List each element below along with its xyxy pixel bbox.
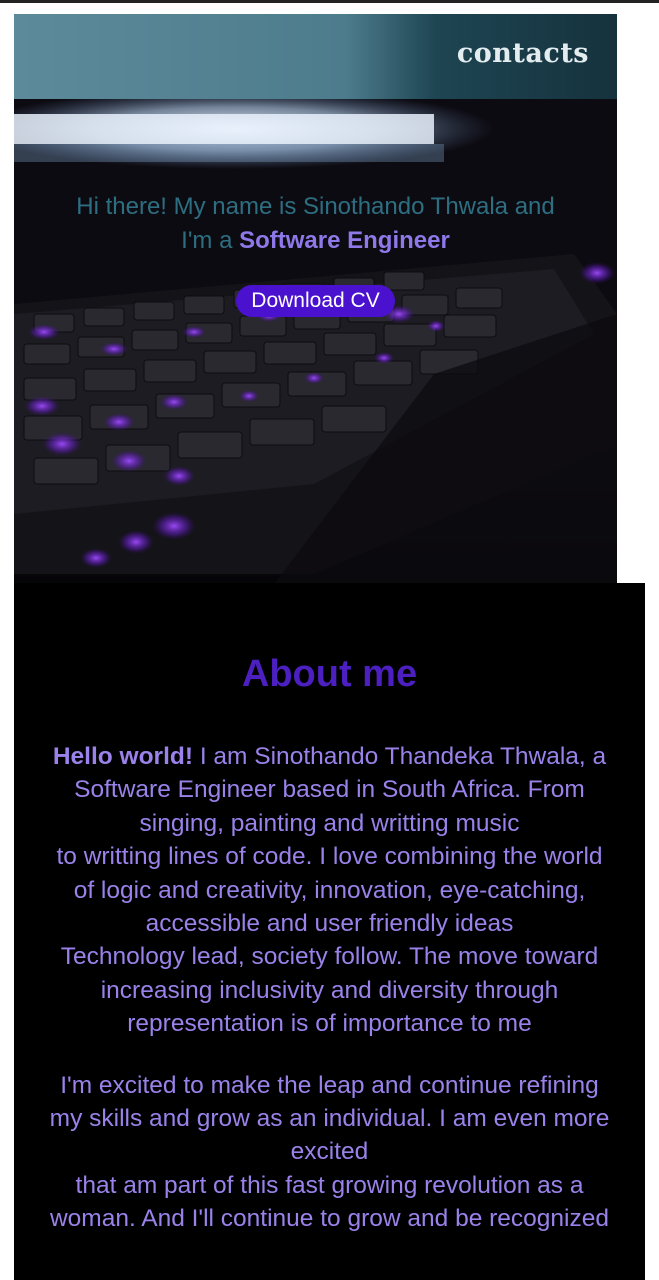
about-line: singing, painting and writting music bbox=[139, 809, 520, 837]
about-line: to writting lines of code. I love combin… bbox=[56, 843, 603, 871]
about-line: I am Sinothando Thandeka Thwala, a bbox=[193, 743, 607, 770]
about-paragraph-2: I'm excited to make the leap and continu… bbox=[16, 1069, 643, 1236]
navbar: contacts bbox=[14, 14, 617, 99]
download-cv-button[interactable]: Download CV bbox=[236, 285, 395, 317]
about-line: representation is of importance to me bbox=[127, 1010, 532, 1038]
about-line: I'm excited to make the leap and continu… bbox=[60, 1071, 599, 1099]
about-line: woman. And I'll continue to grow and be … bbox=[49, 1205, 609, 1233]
window-top-edge bbox=[0, 0, 659, 3]
hero-role-prefix: I'm a bbox=[181, 227, 240, 254]
about-line: increasing inclusivity and diversity thr… bbox=[100, 976, 559, 1004]
about-body: Hello world! I am Sinothando Thandeka Th… bbox=[16, 740, 643, 1264]
about-line: Software Engineer based in South Africa.… bbox=[74, 776, 585, 804]
about-paragraph-1: Hello world! I am Sinothando Thandeka Th… bbox=[16, 740, 643, 1041]
about-line: Technology lead, society follow. The mov… bbox=[60, 943, 599, 971]
about-line: my skills and grow as an individual. I a… bbox=[49, 1105, 610, 1133]
about-lead: Hello world! bbox=[52, 743, 194, 770]
about-line: that am part of this fast growing revolu… bbox=[75, 1171, 584, 1199]
about-line: excited bbox=[290, 1138, 369, 1166]
about-section: About me Hello world! I am Sinothando Th… bbox=[14, 583, 645, 1280]
hero-role: Software Engineer bbox=[239, 227, 450, 254]
about-title: About me bbox=[241, 653, 418, 695]
hero-section: contacts Hi there! My name is Sinothando… bbox=[14, 14, 617, 584]
nav-link-contacts[interactable]: contacts bbox=[457, 38, 589, 69]
hero-greeting: Hi there! My name is Sinothando Thwala a… bbox=[76, 193, 555, 220]
hero-intro: Hi there! My name is Sinothando Thwala a… bbox=[14, 190, 617, 258]
about-line: accessible and user friendly ideas bbox=[145, 910, 514, 938]
about-line: of logic and creativity, innovation, eye… bbox=[73, 876, 586, 904]
